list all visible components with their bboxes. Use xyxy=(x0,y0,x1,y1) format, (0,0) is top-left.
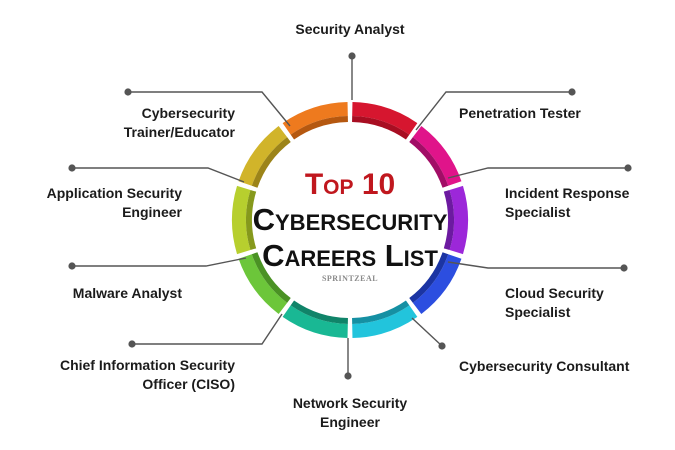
career-label-network-security-engineer: Network Security Engineer xyxy=(292,395,408,430)
career-label-cybersecurity-trainer-educator: Cybersecurity Trainer/Educator xyxy=(123,105,235,140)
ring-segment-cybersecurity-trainer-educator xyxy=(282,102,348,140)
career-label-incident-response-specialist: Incident Response Specialist xyxy=(505,185,630,220)
connector-line-incident-response-specialist xyxy=(447,167,628,179)
connector-dot-incident-response-specialist xyxy=(624,164,632,172)
career-label-security-analyst: Security Analyst xyxy=(295,21,405,37)
connector-line-cloud-security-specialist xyxy=(447,261,624,269)
connector-dot-application-security-engineer xyxy=(68,164,76,172)
connector-dot-penetration-tester xyxy=(568,88,576,96)
career-label-penetration-tester: Penetration Tester xyxy=(459,105,581,121)
center-title: Top 10 Cybersecurity Careers List xyxy=(240,168,460,274)
center-title-line1: Top 10 xyxy=(304,168,396,201)
center-title-line3: Careers List xyxy=(262,238,438,273)
career-label-malware-analyst: Malware Analyst xyxy=(72,285,182,301)
ring-segment-security-analyst xyxy=(352,102,418,140)
connector-line-application-security-engineer xyxy=(72,167,245,183)
connector-dot-network-security-engineer xyxy=(344,372,352,380)
career-label-chief-information-security-officer: Chief Information Security Officer (CISO… xyxy=(59,357,235,392)
center-title-line2: Cybersecurity xyxy=(252,202,448,237)
ring-segment-cybersecurity-consultant xyxy=(352,300,418,338)
career-label-cloud-security-specialist: Cloud Security Specialist xyxy=(505,285,604,320)
connector-dot-chief-information-security-officer xyxy=(128,340,136,348)
connector-line-cybersecurity-consultant xyxy=(411,317,443,347)
connector-dot-cloud-security-specialist xyxy=(620,264,628,272)
connector-dot-cybersecurity-trainer-educator xyxy=(124,88,132,96)
career-label-cybersecurity-consultant: Cybersecurity Consultant xyxy=(459,358,630,374)
connector-dot-security-analyst xyxy=(348,52,356,60)
ring-segment-network-security-engineer xyxy=(282,300,348,338)
connector-line-malware-analyst xyxy=(72,257,247,267)
brand-logo: SPRINTZEAL xyxy=(321,274,379,283)
careers-diagram: Top 10 Cybersecurity Careers List SPRINT… xyxy=(0,0,675,450)
connector-dot-cybersecurity-consultant xyxy=(438,342,446,350)
career-label-application-security-engineer: Application Security Engineer xyxy=(46,185,182,220)
connector-line-chief-information-security-officer xyxy=(132,313,283,345)
connector-dot-malware-analyst xyxy=(68,262,76,270)
